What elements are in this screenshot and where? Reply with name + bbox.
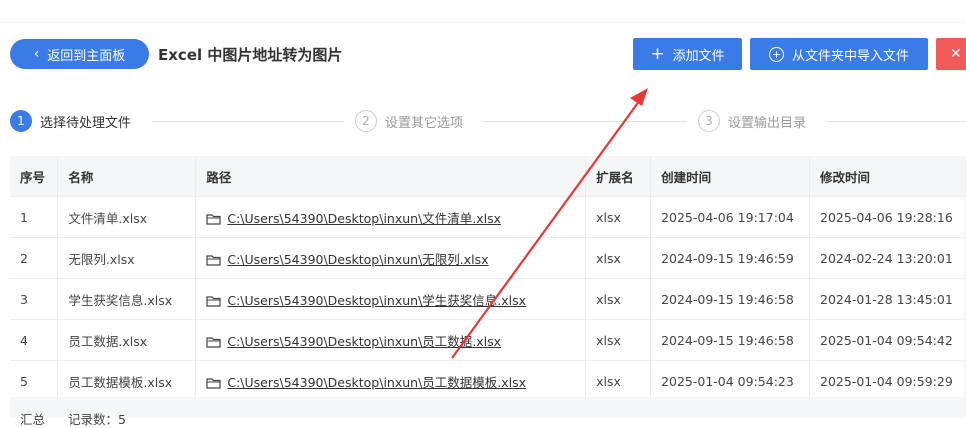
header: ‹ 返回到主面板 Excel 中图片地址转为图片 + 添加文件 + 从文件夹中导…	[0, 22, 966, 86]
file-path-link[interactable]: C:\Users\54390\Desktop\inxun\员工数据模板.xlsx	[227, 375, 526, 390]
back-to-main-button[interactable]: ‹ 返回到主面板	[10, 39, 149, 69]
file-path-link[interactable]: C:\Users\54390\Desktop\inxun\无限列.xlsx	[227, 252, 488, 267]
import-folder-label: 从文件夹中导入文件	[791, 48, 909, 64]
step-divider	[826, 121, 966, 122]
folder-icon	[206, 296, 221, 307]
step-3-label: 设置输出目录	[728, 115, 807, 131]
step-1-number: 1	[10, 110, 32, 132]
col-header-created[interactable]: 创建时间	[650, 156, 811, 197]
step-1: 1 选择待处理文件	[10, 110, 131, 132]
cell-name: 文件清单.xlsx	[57, 196, 197, 238]
cell-created: 2025-01-04 09:54:23	[650, 360, 811, 402]
col-header-path[interactable]: 路径	[195, 156, 587, 197]
cell-path: C:\Users\54390\Desktop\inxun\员工数据模板.xlsx	[195, 360, 587, 402]
step-2-label: 设置其它选项	[385, 115, 464, 131]
table-row[interactable]: 5 员工数据模板.xlsx C:\Users\54390\Desktop\inx…	[10, 360, 966, 402]
cell-path: C:\Users\54390\Desktop\inxun\员工数据.xlsx	[195, 319, 587, 361]
cell-created: 2025-04-06 19:17:04	[650, 196, 811, 238]
cell-extension: xlsx	[585, 319, 652, 361]
cell-name: 员工数据.xlsx	[57, 319, 197, 361]
cell-index: 1	[10, 196, 59, 238]
table-summary-row: 汇总 记录数：5	[10, 397, 966, 427]
close-icon: ✕	[950, 46, 962, 62]
cell-path: C:\Users\54390\Desktop\inxun\无限列.xlsx	[195, 237, 587, 279]
cell-path: C:\Users\54390\Desktop\inxun\文件清单.xlsx	[195, 196, 587, 238]
plus-icon: +	[650, 43, 665, 64]
step-indicator: 1 选择待处理文件 2 设置其它选项 3 设置输出目录	[0, 100, 966, 140]
chevron-left-icon: ‹	[33, 46, 40, 62]
import-folder-button[interactable]: + 从文件夹中导入文件	[750, 38, 928, 70]
back-button-label: 返回到主面板	[47, 48, 126, 64]
cell-modified: 2025-01-04 09:59:29	[809, 360, 966, 402]
close-button[interactable]: ✕	[936, 38, 966, 70]
cell-extension: xlsx	[585, 360, 652, 402]
col-header-index[interactable]: 序号	[10, 156, 59, 197]
table-header-row: 序号 名称 路径 扩展名 创建时间 修改时间	[10, 156, 966, 197]
col-header-extension[interactable]: 扩展名	[585, 156, 652, 197]
cell-path: C:\Users\54390\Desktop\inxun\学生获奖信息.xlsx	[195, 278, 587, 320]
cell-name: 学生获奖信息.xlsx	[57, 278, 197, 320]
file-table: 序号 名称 路径 扩展名 创建时间 修改时间 1 文件清单.xlsx C:\Us…	[10, 156, 966, 402]
file-path-link[interactable]: C:\Users\54390\Desktop\inxun\文件清单.xlsx	[227, 211, 501, 226]
step-1-label: 选择待处理文件	[40, 115, 132, 131]
circle-plus-icon: +	[768, 46, 784, 62]
step-divider	[482, 121, 687, 122]
cell-extension: xlsx	[585, 237, 652, 279]
col-header-modified[interactable]: 修改时间	[809, 156, 966, 197]
cell-name: 员工数据模板.xlsx	[57, 360, 197, 402]
cell-created: 2024-09-15 19:46:58	[650, 278, 811, 320]
add-file-button[interactable]: + 添加文件	[633, 38, 742, 70]
folder-icon	[206, 214, 221, 225]
file-path-link[interactable]: C:\Users\54390\Desktop\inxun\员工数据.xlsx	[227, 334, 501, 349]
cell-modified: 2024-02-24 13:20:01	[809, 237, 966, 279]
step-3: 3 设置输出目录	[698, 110, 806, 132]
step-2: 2 设置其它选项	[355, 110, 463, 132]
step-2-number: 2	[355, 110, 377, 132]
file-path-link[interactable]: C:\Users\54390\Desktop\inxun\学生获奖信息.xlsx	[227, 293, 526, 308]
folder-icon	[206, 255, 221, 266]
col-header-name[interactable]: 名称	[57, 156, 197, 197]
cell-extension: xlsx	[585, 196, 652, 238]
table-row[interactable]: 2 无限列.xlsx C:\Users\54390\Desktop\inxun\…	[10, 237, 966, 279]
cell-created: 2024-09-15 19:46:59	[650, 237, 811, 279]
folder-icon	[206, 337, 221, 348]
cell-index: 4	[10, 319, 59, 361]
page-title: Excel 中图片地址转为图片	[158, 46, 343, 64]
folder-icon	[206, 378, 221, 389]
cell-extension: xlsx	[585, 278, 652, 320]
table-row[interactable]: 3 学生获奖信息.xlsx C:\Users\54390\Desktop\inx…	[10, 278, 966, 320]
top-strip	[0, 0, 966, 23]
cell-created: 2024-09-15 19:46:58	[650, 319, 811, 361]
table-row[interactable]: 1 文件清单.xlsx C:\Users\54390\Desktop\inxun…	[10, 196, 966, 238]
record-count: 记录数：5	[68, 412, 126, 427]
step-divider	[152, 121, 344, 122]
cell-name: 无限列.xlsx	[57, 237, 197, 279]
cell-index: 5	[10, 360, 59, 402]
summary-label: 汇总	[20, 412, 46, 427]
cell-modified: 2024-01-28 13:45:01	[809, 278, 966, 320]
cell-index: 3	[10, 278, 59, 320]
cell-modified: 2025-01-04 09:54:42	[809, 319, 966, 361]
cell-index: 2	[10, 237, 59, 279]
step-3-number: 3	[698, 110, 720, 132]
add-file-label: 添加文件	[672, 48, 725, 64]
cell-modified: 2025-04-06 19:28:16	[809, 196, 966, 238]
table-row[interactable]: 4 员工数据.xlsx C:\Users\54390\Desktop\inxun…	[10, 319, 966, 361]
